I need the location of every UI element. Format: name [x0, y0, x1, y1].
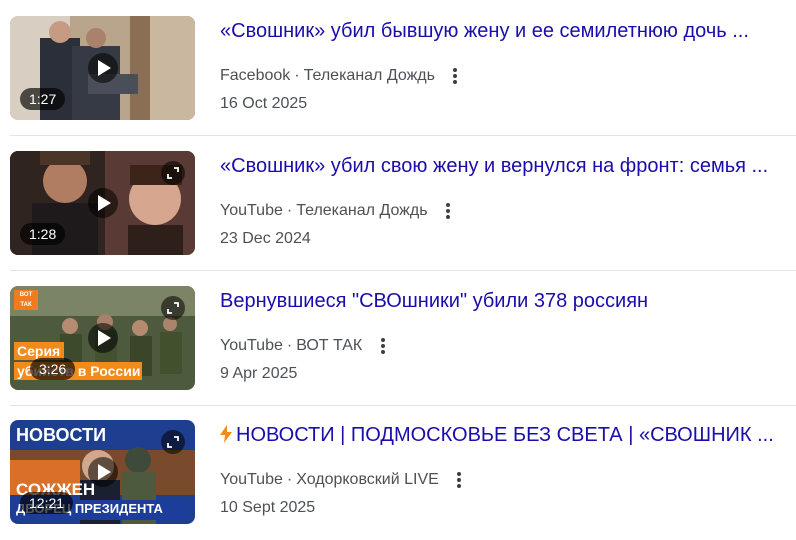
source-name: Facebook [220, 67, 291, 84]
more-options-icon[interactable] [440, 199, 456, 223]
expand-icon[interactable] [161, 161, 185, 185]
video-thumbnail[interactable]: 1:27 [10, 16, 195, 120]
separator: · [294, 67, 300, 84]
expand-icon[interactable] [161, 296, 185, 320]
thumbnail-headline: НОВОСТИ [16, 425, 107, 445]
play-icon [88, 457, 118, 487]
separator: · [286, 471, 293, 488]
play-icon [88, 323, 118, 353]
play-icon [88, 188, 118, 218]
result-title-link[interactable]: «Свошник» убил свою жену и вернулся на ф… [220, 153, 796, 179]
video-duration: 3:26 [30, 358, 76, 380]
more-options-icon[interactable] [447, 64, 463, 88]
play-icon [88, 53, 118, 83]
divider [10, 270, 796, 271]
video-result-4: НОВОСТИ СОЖЖЕН ДВОРЕЦ ПРЕЗИДЕНТА 12:21 Н… [10, 420, 796, 540]
video-result-2: 1:28 «Свошник» убил свою жену и вернулся… [10, 151, 796, 271]
source-name: YouTube [220, 471, 283, 488]
divider [10, 405, 796, 406]
publish-date: 10 Sept 2025 [220, 499, 316, 516]
video-duration: 12:21 [20, 492, 74, 514]
more-options-icon[interactable] [375, 334, 391, 358]
video-thumbnail[interactable]: 1:28 [10, 151, 195, 255]
separator: · [286, 202, 293, 219]
video-result-1: 1:27 «Свошник» убил бывшую жену и ее сем… [10, 16, 796, 136]
publish-date: 9 Apr 2025 [220, 365, 298, 382]
result-meta: Facebook · Телеканал Дождь [220, 64, 463, 88]
video-thumbnail[interactable]: ВОТ ТАК Серия убийств в России 3:26 [10, 286, 195, 390]
lightning-icon [220, 422, 232, 448]
more-options-icon[interactable] [451, 468, 467, 492]
channel-badge: ВОТ ТАК [19, 292, 33, 308]
channel-name: ВОТ ТАК [296, 337, 363, 354]
result-meta: YouTube · Телеканал Дождь [220, 199, 456, 223]
result-meta: YouTube · ВОТ ТАК [220, 334, 391, 358]
result-title-text: НОВОСТИ | ПОДМОСКОВЬЕ БЕЗ СВЕТА | «СВОШН… [236, 424, 774, 446]
publish-date: 23 Dec 2024 [220, 230, 311, 247]
video-duration: 1:27 [20, 88, 66, 110]
expand-icon[interactable] [161, 430, 185, 454]
video-thumbnail[interactable]: НОВОСТИ СОЖЖЕН ДВОРЕЦ ПРЕЗИДЕНТА 12:21 [10, 420, 195, 524]
separator: · [286, 337, 293, 354]
channel-name: Ходорковский LIVE [296, 471, 439, 488]
video-duration: 1:28 [20, 223, 66, 245]
result-title-link[interactable]: «Свошник» убил бывшую жену и ее семилетн… [220, 18, 796, 44]
source-name: YouTube [220, 202, 283, 219]
divider [10, 135, 796, 136]
source-name: YouTube [220, 337, 283, 354]
channel-name: Телеканал Дождь [303, 67, 435, 84]
publish-date: 16 Oct 2025 [220, 95, 308, 112]
video-result-3: ВОТ ТАК Серия убийств в России 3:26 Верн… [10, 286, 796, 406]
thumbnail-caption: Серия [17, 343, 61, 359]
result-title-link[interactable]: Вернувшиеся "СВОшники" убили 378 россиян [220, 288, 796, 314]
result-title-link[interactable]: НОВОСТИ | ПОДМОСКОВЬЕ БЕЗ СВЕТА | «СВОШН… [220, 422, 796, 448]
result-meta: YouTube · Ходорковский LIVE [220, 468, 467, 492]
channel-name: Телеканал Дождь [296, 202, 428, 219]
